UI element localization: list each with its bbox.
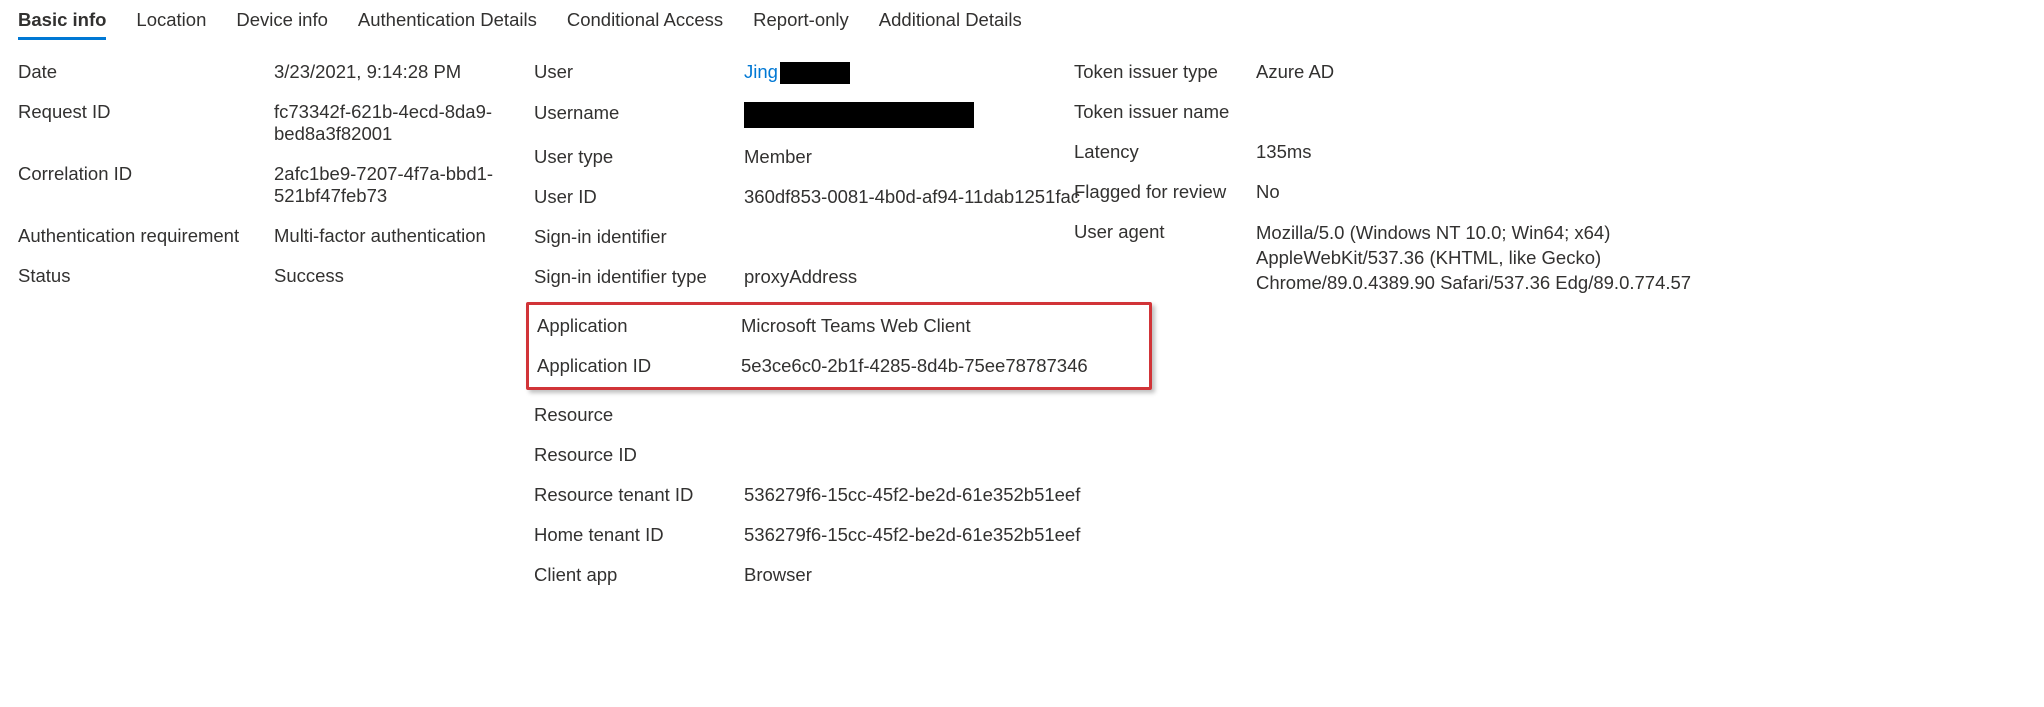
value-username <box>744 102 1144 128</box>
label-auth-requirement: Authentication requirement <box>18 225 274 247</box>
label-client-app: Client app <box>534 564 744 586</box>
label-date: Date <box>18 61 274 83</box>
label-signin-identifier-type: Sign-in identifier type <box>534 266 744 288</box>
tab-device-info[interactable]: Device info <box>236 5 328 40</box>
label-application: Application <box>537 315 741 337</box>
user-link[interactable]: Jing <box>744 61 778 82</box>
label-user: User <box>534 61 744 84</box>
tab-add-details[interactable]: Additional Details <box>879 5 1022 40</box>
column-token-misc: Token issuer type Azure AD Token issuer … <box>1074 61 1726 296</box>
value-user: Jing <box>744 61 1144 84</box>
label-status: Status <box>18 265 274 287</box>
label-home-tenant-id: Home tenant ID <box>534 524 744 546</box>
label-application-id: Application ID <box>537 355 741 377</box>
value-home-tenant-id: 536279f6-15cc-45f2-be2d-61e352b51eef <box>744 524 1144 546</box>
tab-basic-info[interactable]: Basic info <box>18 5 106 40</box>
application-highlight-box: Application Microsoft Teams Web Client A… <box>526 302 1152 390</box>
value-user-agent: Mozilla/5.0 (Windows NT 10.0; Win64; x64… <box>1256 221 1726 296</box>
details-columns: Date 3/23/2021, 9:14:28 PM Request ID fc… <box>18 61 2026 586</box>
signin-details-panel: Basic info Location Device info Authenti… <box>0 0 2044 616</box>
value-signin-identifier <box>744 226 1144 248</box>
value-user-type: Member <box>744 146 1144 168</box>
value-application-id: 5e3ce6c0-2b1f-4285-8d4b-75ee78787346 <box>741 355 1135 377</box>
tab-location[interactable]: Location <box>136 5 206 40</box>
value-flagged-for-review: No <box>1256 181 1726 203</box>
tab-auth-details[interactable]: Authentication Details <box>358 5 537 40</box>
value-resource <box>744 404 1144 426</box>
column-general: Date 3/23/2021, 9:14:28 PM Request ID fc… <box>18 61 594 287</box>
value-application: Microsoft Teams Web Client <box>741 315 1135 337</box>
label-resource-tenant-id: Resource tenant ID <box>534 484 744 506</box>
tabs-bar: Basic info Location Device info Authenti… <box>18 0 2026 41</box>
redaction-user-lastname <box>780 62 850 84</box>
label-user-id: User ID <box>534 186 744 208</box>
label-signin-identifier: Sign-in identifier <box>534 226 744 248</box>
value-client-app: Browser <box>744 564 1144 586</box>
value-token-issuer-type: Azure AD <box>1256 61 1726 83</box>
redaction-username <box>744 102 974 128</box>
value-user-id: 360df853-0081-4b0d-af94-11dab1251fac <box>744 186 1144 208</box>
value-token-issuer-name <box>1256 101 1726 123</box>
label-correlation-id: Correlation ID <box>18 163 274 207</box>
value-signin-identifier-type: proxyAddress <box>744 266 1144 288</box>
tab-cond-access[interactable]: Conditional Access <box>567 5 723 40</box>
column-user-app: User Jing Username User type Member User… <box>534 61 1144 586</box>
value-latency: 135ms <box>1256 141 1726 163</box>
label-resource-id: Resource ID <box>534 444 744 466</box>
label-request-id: Request ID <box>18 101 274 145</box>
label-resource: Resource <box>534 404 744 426</box>
label-user-type: User type <box>534 146 744 168</box>
value-resource-tenant-id: 536279f6-15cc-45f2-be2d-61e352b51eef <box>744 484 1144 506</box>
value-resource-id <box>744 444 1144 466</box>
highlight-wrapper: Application Microsoft Teams Web Client A… <box>534 306 1144 386</box>
label-username: Username <box>534 102 744 128</box>
tab-report-only[interactable]: Report-only <box>753 5 849 40</box>
